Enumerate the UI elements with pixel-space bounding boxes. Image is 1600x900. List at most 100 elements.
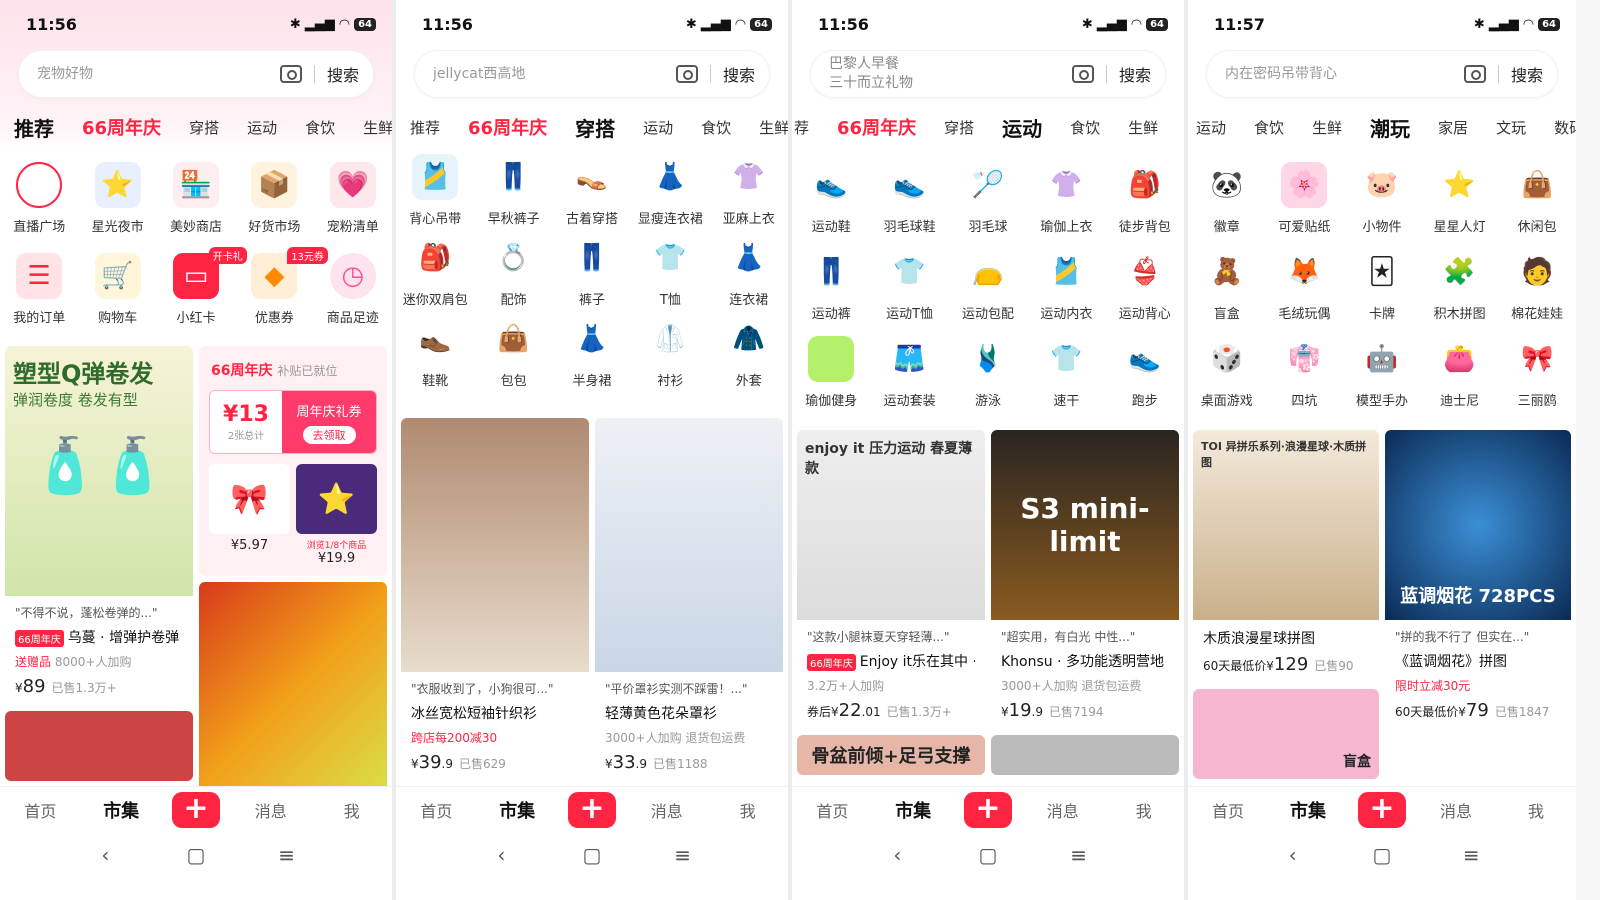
subcategory[interactable]: 🎽 背心吊带: [396, 154, 474, 227]
subcategory[interactable]: 🧸 盲盒: [1188, 249, 1266, 322]
subcategory[interactable]: 👗 连衣裙: [710, 235, 788, 308]
tab-festival[interactable]: 66周年庆: [68, 114, 175, 140]
nav-messages[interactable]: 消息: [1426, 798, 1486, 822]
subcategory[interactable]: 🧥 外套: [710, 316, 788, 389]
create-button[interactable]: +: [171, 791, 220, 828]
camera-icon[interactable]: [675, 65, 698, 83]
tab-fresh[interactable]: 生鲜: [745, 117, 788, 138]
subcategory[interactable]: 🦊 毛绒玩偶: [1266, 249, 1344, 322]
search-button[interactable]: 搜索: [327, 62, 359, 86]
tab-trend[interactable]: 潮玩: [1172, 117, 1184, 138]
tab-recommend[interactable]: 推荐: [0, 113, 68, 142]
tab-home[interactable]: 家居: [1424, 117, 1482, 138]
product-card[interactable]: [991, 735, 1179, 775]
subcategory[interactable]: 🩳 运动套装: [870, 336, 948, 409]
subcategory[interactable]: 👖 裤子: [553, 235, 631, 308]
subcategory[interactable]: 👕 速干: [1027, 336, 1105, 409]
nav-me[interactable]: 我: [1114, 798, 1174, 822]
subcategory[interactable]: 👛 迪士尼: [1421, 336, 1499, 409]
search-button[interactable]: 搜索: [1119, 62, 1151, 86]
shortcut-fans-list[interactable]: 💗 宠粉清单: [314, 162, 392, 235]
tab-digital[interactable]: 数码: [1540, 117, 1576, 138]
tab-outfit[interactable]: 穿搭: [175, 117, 233, 138]
subcategory[interactable]: 👗 显瘦连衣裙: [631, 154, 709, 227]
search-button[interactable]: 搜索: [723, 62, 755, 86]
subcategory[interactable]: 👖 早秋裤子: [474, 154, 552, 227]
product-card[interactable]: "平价罩衫实测不踩雷！..." 轻薄黄色花朵罩衫 3000+人加购 退货包运费 …: [595, 418, 783, 781]
claim-button[interactable]: 去领取: [302, 425, 356, 444]
tab-food[interactable]: 食饮: [1240, 117, 1298, 138]
subcategory[interactable]: 👘 四坑: [1266, 336, 1344, 409]
search-input[interactable]: 巴黎人早餐 三十而立礼物: [829, 51, 1072, 97]
tab-recommend[interactable]: 荐: [792, 117, 823, 138]
product-card[interactable]: 盲盒: [1193, 689, 1379, 779]
tab-sports[interactable]: 运动: [1188, 117, 1240, 138]
search-bar[interactable]: 宠物好物 搜索: [18, 50, 374, 98]
search-bar[interactable]: 巴黎人早餐 三十而立礼物 搜索: [810, 50, 1166, 98]
subcategory[interactable]: 👙 运动背心: [1106, 249, 1184, 322]
shortcut-night-market[interactable]: ⭐ 星光夜市: [78, 162, 156, 235]
nav-me[interactable]: 我: [1506, 798, 1566, 822]
nav-me[interactable]: 我: [718, 798, 778, 822]
tab-festival[interactable]: 66周年庆: [823, 114, 930, 140]
subcategory[interactable]: 👜 包包: [474, 316, 552, 389]
tab-festival[interactable]: 66周年庆: [454, 114, 561, 140]
tab-sports[interactable]: 运动: [233, 117, 291, 138]
subcategory[interactable]: 👚 瑜伽上衣: [1027, 162, 1105, 235]
product-card[interactable]: 塑型Q弹卷发 弹润卷度 卷发有型 🧴🧴 "不得不说，蓬松卷弹的..." 66周年…: [5, 346, 193, 705]
subcategory[interactable]: 👖 运动裤: [792, 249, 870, 322]
product-card[interactable]: S3 mini-limit "超实用，有白光 中性..." Khonsu · 多…: [991, 430, 1179, 729]
create-button[interactable]: +: [567, 791, 616, 828]
search-button[interactable]: 搜索: [1511, 62, 1543, 86]
nav-market[interactable]: 市集: [1278, 797, 1338, 823]
subcategory[interactable]: 🐷 小物件: [1343, 162, 1421, 235]
tab-fresh[interactable]: 生鲜: [1298, 117, 1356, 138]
subcategory[interactable]: 🎀 三丽鸥: [1498, 336, 1576, 409]
subcategory[interactable]: 👟 羽毛球鞋: [870, 162, 948, 235]
shortcut-orders[interactable]: ☰ 我的订单: [0, 253, 78, 326]
shortcut-history[interactable]: ◷ 商品足迹: [314, 253, 392, 326]
back-icon[interactable]: ‹: [1273, 843, 1313, 867]
search-input[interactable]: 宠物好物: [37, 65, 280, 84]
nav-market[interactable]: 市集: [91, 797, 151, 823]
nav-market[interactable]: 市集: [487, 797, 547, 823]
camera-icon[interactable]: [1071, 65, 1094, 83]
subcategory[interactable]: 👚 亚麻上衣: [710, 154, 788, 227]
nav-home[interactable]: 首页: [802, 798, 862, 822]
subcategory[interactable]: ⭐ 星星人灯: [1421, 162, 1499, 235]
subcategory[interactable]: 👡 古着穿搭: [553, 154, 631, 227]
search-input[interactable]: 内在密码吊带背心: [1225, 65, 1464, 84]
mini-product[interactable]: ⭐ 浏览1/8个商品 ¥19.9: [296, 464, 377, 566]
shortcut-red-card[interactable]: ▭ 开卡礼 小红卡: [157, 247, 247, 326]
subcategory[interactable]: 💍 配饰: [474, 235, 552, 308]
home-icon[interactable]: ▢: [176, 843, 216, 867]
tab-fresh[interactable]: 生鲜: [1114, 117, 1172, 138]
tab-food[interactable]: 食饮: [1056, 117, 1114, 138]
nav-messages[interactable]: 消息: [241, 798, 301, 822]
nav-messages[interactable]: 消息: [637, 798, 697, 822]
subcategory[interactable]: 🎽 运动内衣: [1027, 249, 1105, 322]
tab-trend[interactable]: 潮玩: [1356, 113, 1424, 142]
subcategory[interactable]: 👗 半身裙: [553, 316, 631, 389]
search-bar[interactable]: 内在密码吊带背心 搜索: [1206, 50, 1558, 98]
subcategory[interactable]: 👜 休闲包: [1498, 162, 1576, 235]
tab-fresh[interactable]: 生鲜: [349, 117, 392, 138]
subcategory[interactable]: 👟 运动鞋: [792, 162, 870, 235]
camera-icon[interactable]: [1463, 65, 1486, 83]
subcategory[interactable]: 瑜伽健身: [792, 336, 870, 409]
tab-sports[interactable]: 运动: [629, 117, 687, 138]
home-icon[interactable]: ▢: [1362, 843, 1402, 867]
product-card[interactable]: TOI 异拼乐系列·浪漫星球·木质拼图 木质浪漫星球拼图 60天最低价¥129 已…: [1193, 430, 1379, 683]
tab-outfit[interactable]: 穿搭: [930, 117, 988, 138]
product-card[interactable]: 骨盆前倾+足弓支撑: [797, 735, 985, 775]
menu-icon[interactable]: ≡: [663, 843, 703, 867]
nav-me[interactable]: 我: [322, 798, 382, 822]
subcategory[interactable]: 🌸 可爱贴纸: [1266, 162, 1344, 235]
subcategory[interactable]: 🥼 衬衫: [631, 316, 709, 389]
camera-icon[interactable]: [279, 65, 302, 83]
product-card[interactable]: [199, 582, 387, 786]
search-bar[interactable]: jellycat西高地 搜索: [414, 50, 770, 98]
nav-messages[interactable]: 消息: [1033, 798, 1093, 822]
search-input[interactable]: jellycat西高地: [433, 65, 676, 84]
nav-home[interactable]: 首页: [10, 798, 70, 822]
